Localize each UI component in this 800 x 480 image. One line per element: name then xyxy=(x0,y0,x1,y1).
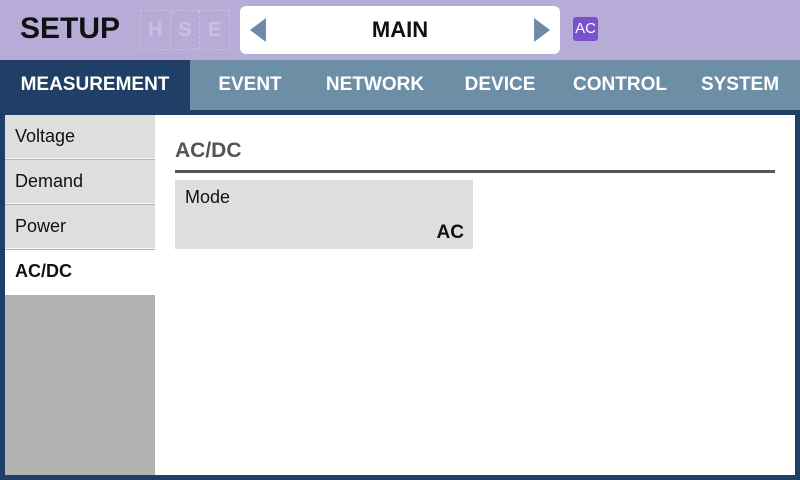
tab-measurement[interactable]: MEASUREMENT xyxy=(0,60,190,110)
sidebar-item-voltage[interactable]: Voltage xyxy=(5,115,155,159)
screen-selector-label: MAIN xyxy=(371,17,429,42)
header-bar: SETUP H S E MAIN AC xyxy=(0,0,800,60)
sidebar-item-demand[interactable]: Demand xyxy=(5,160,155,204)
tab-event[interactable]: EVENT xyxy=(190,60,310,110)
sidebar-item-acdc[interactable]: AC/DC xyxy=(5,250,155,295)
mode-field-label: Mode xyxy=(185,187,231,207)
sidebar: Voltage Demand Power AC/DC xyxy=(5,115,155,475)
screen-selector: MAIN xyxy=(240,6,560,54)
mode-field-value: AC xyxy=(436,222,464,243)
ac-mode-badge: AC xyxy=(573,17,598,41)
triangle-right-icon[interactable] xyxy=(534,18,550,42)
main-content: AC/DC Mode AC xyxy=(155,115,795,475)
section-divider xyxy=(175,170,775,173)
tab-control[interactable]: CONTROL xyxy=(560,60,680,110)
tab-device[interactable]: DEVICE xyxy=(440,60,560,110)
triangle-left-icon[interactable] xyxy=(250,18,266,42)
tab-network[interactable]: NETWORK xyxy=(310,60,440,110)
page-title: SETUP xyxy=(20,12,121,45)
section-title: AC/DC xyxy=(175,139,242,162)
hse-h-indicator: H xyxy=(141,11,171,49)
mode-field[interactable]: Mode AC xyxy=(175,180,473,249)
tab-system[interactable]: SYSTEM xyxy=(680,60,800,110)
hse-s-indicator: S xyxy=(171,11,201,49)
tab-bar: MEASUREMENT EVENT NETWORK DEVICE CONTROL… xyxy=(0,60,800,110)
hse-indicator: H S E xyxy=(140,10,230,50)
sidebar-item-power[interactable]: Power xyxy=(5,205,155,249)
hse-e-indicator: E xyxy=(208,18,222,41)
